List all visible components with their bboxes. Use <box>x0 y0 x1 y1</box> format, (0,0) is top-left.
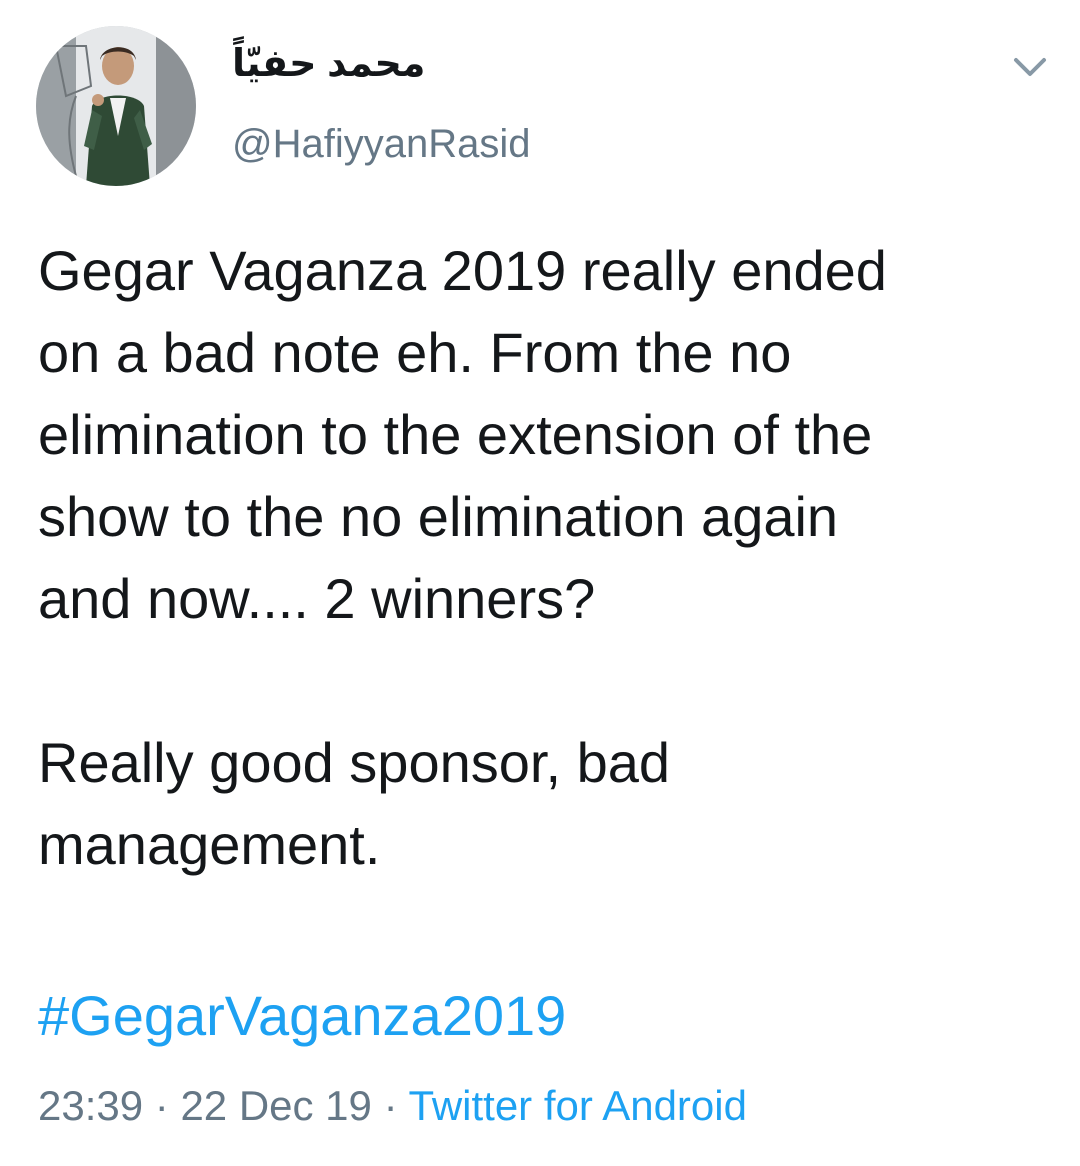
tweet-menu-button[interactable] <box>1004 50 1056 86</box>
tweet-card: محمد حفيّاً @HafiyyanRasid Gegar Vaganza… <box>0 0 1080 1166</box>
profile-photo-icon <box>36 26 196 186</box>
tweet-time[interactable]: 23:39 <box>38 1082 143 1129</box>
avatar[interactable] <box>36 26 196 186</box>
user-handle[interactable]: @HafiyyanRasid <box>232 118 531 170</box>
chevron-down-icon <box>1014 58 1046 76</box>
tweet-date[interactable]: 22 Dec 19 <box>180 1082 371 1129</box>
tweet-text: Gegar Vaganza 2019 really ended on a bad… <box>38 239 887 876</box>
display-name[interactable]: محمد حفيّاً <box>232 38 425 90</box>
meta-separator: · <box>371 1082 409 1129</box>
tweet-source-link[interactable]: Twitter for Android <box>408 1082 746 1129</box>
meta-separator: · <box>143 1082 181 1129</box>
tweet-meta: 23:39 · 22 Dec 19 · Twitter for Android <box>38 1078 747 1134</box>
hashtag-link[interactable]: #GegarVaganza2019 <box>38 978 566 1054</box>
